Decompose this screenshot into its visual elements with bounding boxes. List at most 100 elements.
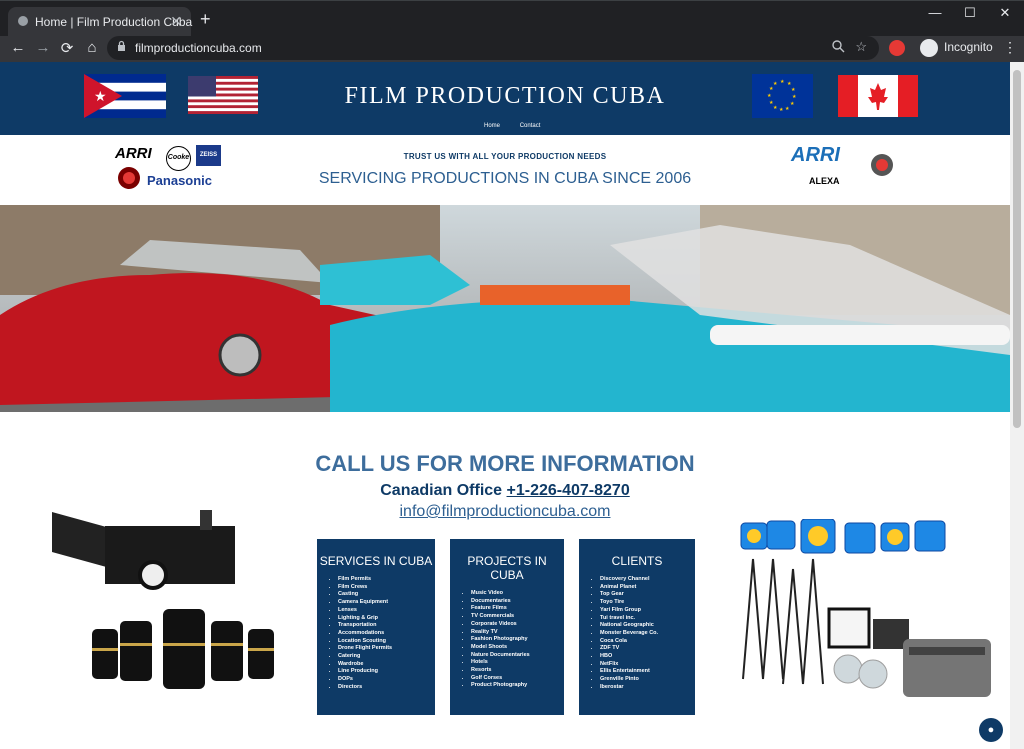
cta-phone: Canadian Office +1-226-407-8270	[0, 482, 1010, 500]
chat-bubble-icon: ●	[987, 724, 995, 736]
reload-icon[interactable]: ⟳	[57, 39, 77, 57]
address-bar[interactable]: filmproductioncuba.com ☆	[107, 36, 879, 60]
list-item: Discovery Channel	[600, 576, 695, 584]
browser-tab[interactable]: Home | Film Production Cuba ✕	[8, 7, 192, 37]
new-tab-button[interactable]: +	[200, 9, 211, 30]
list-item: Golf Corses	[471, 675, 564, 683]
list-item: Casting	[338, 591, 435, 599]
scrollbar-thumb[interactable]	[1013, 70, 1021, 428]
list-item: TV Commercials	[471, 613, 564, 621]
list-item: Lighting & Grip	[338, 615, 435, 623]
list-item: Yari Film Group	[600, 607, 695, 615]
list-item: Directors	[338, 684, 435, 692]
list-item: Lenses	[338, 607, 435, 615]
list-item: Resorts	[471, 667, 564, 675]
nav-home-link[interactable]: Home	[484, 123, 500, 129]
red-camera-logo-right	[871, 154, 893, 176]
svg-text:★: ★	[773, 81, 778, 87]
projects-box: PROJECTS IN CUBA Music Video Documentari…	[450, 539, 564, 715]
phone-label: Canadian Office	[380, 482, 503, 499]
list-item: Reality TV	[471, 629, 564, 637]
list-item: Model Shoots	[471, 644, 564, 652]
browser-toolbar: ← → ⟳ ⌂ filmproductioncuba.com ☆ Incogni…	[0, 36, 1024, 62]
services-list: Film Permits Film Crews Casting Camera E…	[338, 576, 435, 692]
list-item: Line Producing	[338, 668, 435, 676]
svg-text:★: ★	[785, 106, 790, 112]
projects-title: PROJECTS IN CUBA	[467, 554, 547, 582]
site-nav: Home Contact	[475, 123, 549, 129]
svg-text:★: ★	[780, 79, 785, 85]
eu-flag-icon: ★ ★★★ ★★★★ ★★★★	[752, 74, 813, 118]
svg-text:★: ★	[773, 105, 778, 111]
list-item: National Geographic	[600, 622, 695, 630]
list-item: Hotels	[471, 659, 564, 667]
phone-link[interactable]: +1-226-407-8270	[507, 482, 630, 499]
services-title: SERVICES IN CUBA	[319, 554, 433, 568]
svg-text:★: ★	[791, 87, 796, 93]
list-item: DOPs	[338, 676, 435, 684]
canada-flag-icon	[838, 75, 918, 117]
back-icon[interactable]: ←	[8, 39, 28, 56]
close-window-button[interactable]: ✕	[990, 5, 1020, 21]
cta-title: CALL US FOR MORE INFORMATION	[315, 451, 695, 476]
lighting-equipment-image	[740, 519, 991, 697]
list-item: Fashion Photography	[471, 636, 564, 644]
page-scrollbar[interactable]	[1010, 62, 1024, 749]
services-box: SERVICES IN CUBA Film Permits Film Crews…	[317, 539, 435, 715]
list-item: Coca Cola	[600, 638, 695, 646]
clients-list: Discovery Channel Animal Planet Top Gear…	[600, 576, 695, 692]
svg-text:★: ★	[769, 100, 774, 106]
incognito-icon	[920, 39, 938, 57]
list-item: Grenville Pinto	[600, 676, 695, 684]
list-item: Monster Beverage Co.	[600, 630, 695, 638]
browser-tab-bar: Home | Film Production Cuba ✕ + — ☐ ✕	[0, 0, 1024, 37]
minimize-button[interactable]: —	[920, 5, 950, 20]
svg-text:★: ★	[792, 94, 797, 100]
url-text: filmproductioncuba.com	[135, 41, 262, 55]
list-item: Top Gear	[600, 591, 695, 599]
browser-menu-icon[interactable]: ⋮	[1003, 39, 1017, 56]
list-item: Tui travel inc.	[600, 615, 695, 623]
list-item: Catering	[338, 653, 435, 661]
list-item: Documentaries	[471, 598, 564, 606]
list-item: Toyo Tire	[600, 599, 695, 607]
list-item: Iberostar	[600, 684, 695, 692]
list-item: Nature Documentaries	[471, 652, 564, 660]
favicon-icon	[18, 16, 28, 26]
zoom-icon[interactable]	[831, 39, 845, 53]
chat-button[interactable]: ●	[979, 718, 1003, 742]
clients-title: CLIENTS	[611, 554, 663, 568]
bookmark-star-icon[interactable]: ☆	[855, 39, 867, 55]
tab-close-icon[interactable]: ✕	[170, 13, 182, 30]
list-item: Film Crews	[338, 584, 435, 592]
svg-text:★: ★	[779, 107, 784, 113]
maximize-button[interactable]: ☐	[955, 5, 985, 21]
site-header: ★ FILM PRODUCTION CUBA Home Contact ★ ★ ★ ★…	[0, 62, 1010, 135]
list-item: HBO	[600, 653, 695, 661]
arri-logo-right: ARRI	[791, 144, 840, 166]
brand-strip: ARRI Cooke ZEISS Panasonic TRUST US WITH…	[0, 135, 1010, 205]
forward-icon[interactable]: →	[33, 39, 53, 56]
incognito-label: Incognito	[944, 40, 993, 55]
clients-box: CLIENTS Discovery Channel Animal Planet …	[579, 539, 695, 715]
list-item: Wardrobe	[338, 661, 435, 669]
list-item: Accommodations	[338, 630, 435, 638]
svg-text:★: ★	[767, 93, 772, 99]
nav-contact-link[interactable]: Contact	[520, 123, 541, 129]
list-item: Drone Flight Permits	[338, 645, 435, 653]
home-icon[interactable]: ⌂	[82, 39, 102, 56]
list-item: ZDF TV	[600, 645, 695, 653]
list-item: Location Scouting	[338, 638, 435, 646]
list-item: NetFlix	[600, 661, 695, 669]
list-item: Camera Equipment	[338, 599, 435, 607]
list-item: Feature Films	[471, 605, 564, 613]
projects-list: Music Video Documentaries Feature Films …	[471, 590, 564, 690]
extension-icon[interactable]	[889, 40, 905, 56]
list-item: Product Photography	[471, 682, 564, 690]
incognito-indicator[interactable]: Incognito	[920, 39, 993, 57]
list-item: Ellis Entertainment	[600, 668, 695, 676]
tagline-small: TRUST US WITH ALL YOUR PRODUCTION NEEDS	[403, 152, 607, 161]
hero-image	[0, 205, 1010, 412]
lock-icon	[118, 40, 125, 51]
list-item: Transportation	[338, 622, 435, 630]
